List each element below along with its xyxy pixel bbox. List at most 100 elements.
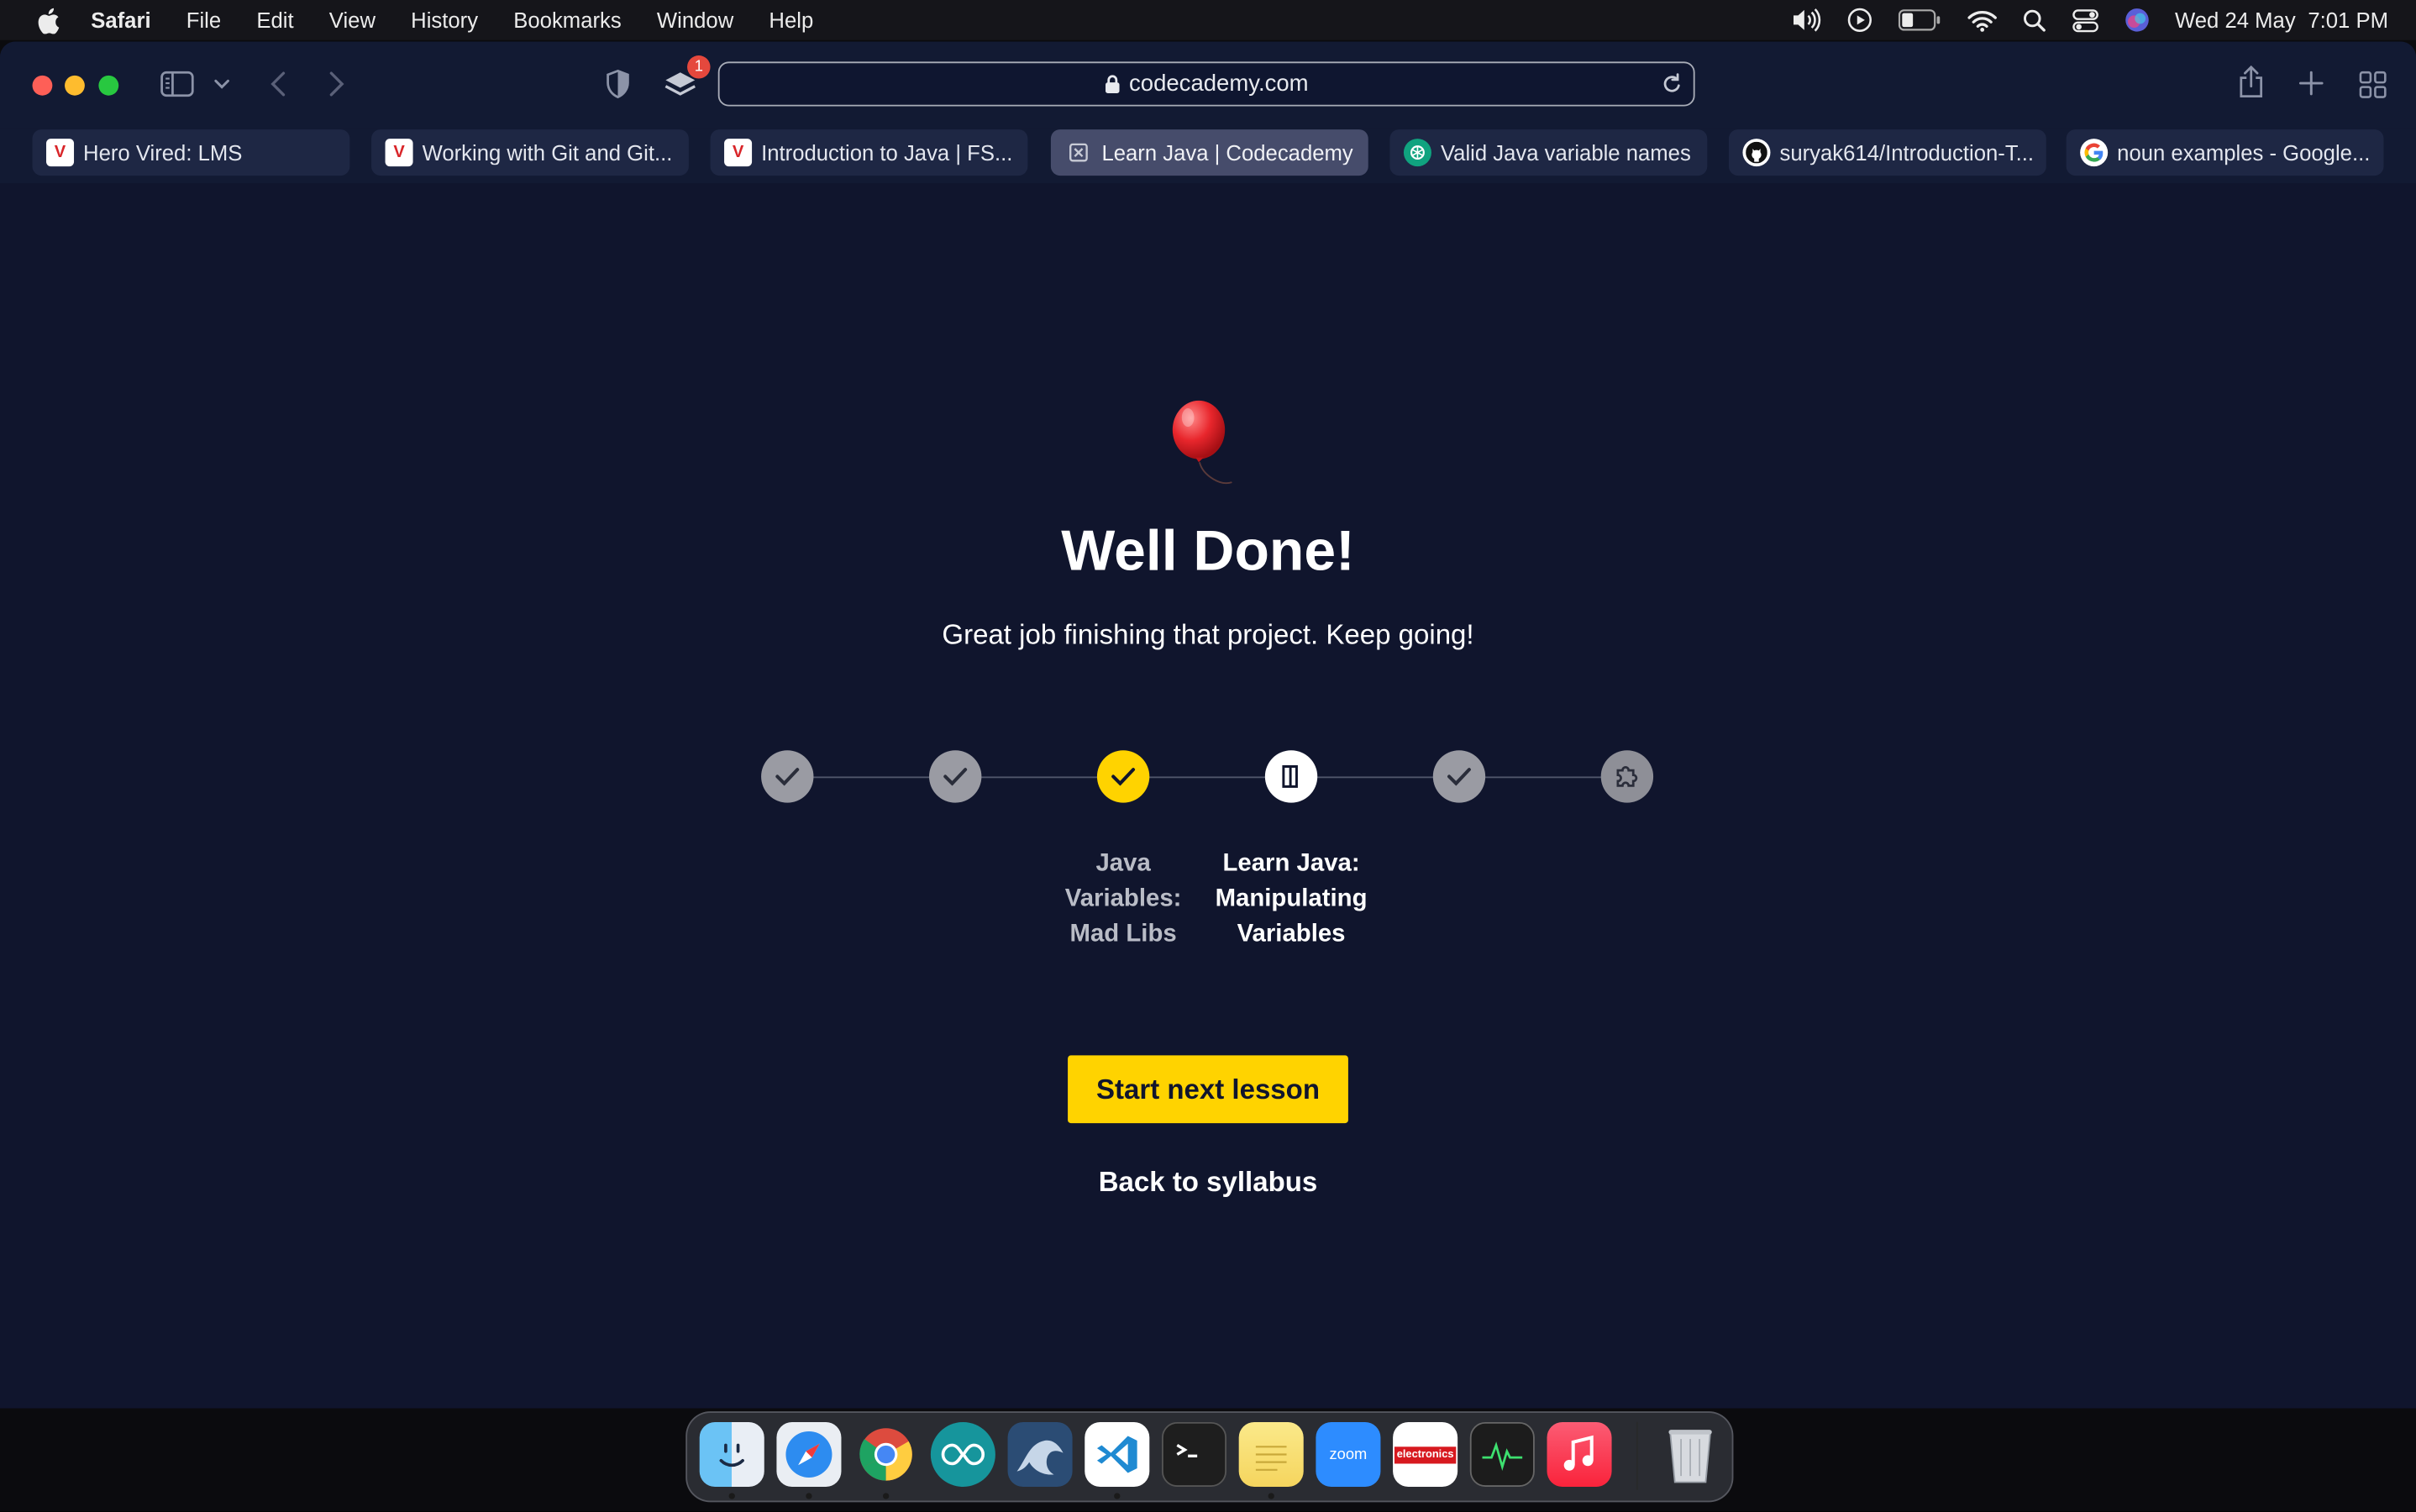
tab-overview-icon[interactable] xyxy=(2359,71,2387,98)
article-icon xyxy=(1282,765,1298,788)
step-4-label-line: Manipulating xyxy=(1215,885,1368,912)
progress-track xyxy=(787,776,1627,779)
tab-title: Hero Vired: LMS xyxy=(83,139,243,165)
zoom-label: zoom xyxy=(1329,1446,1368,1463)
close-window-button[interactable] xyxy=(32,75,53,96)
clock-date: Wed 24 May xyxy=(2174,8,2296,33)
electronics-label: electronics xyxy=(1394,1446,1457,1463)
tab-title: Introduction to Java | FS... xyxy=(761,139,1013,165)
menu-bar: Safari File Edit View History Bookmarks … xyxy=(0,0,2416,40)
menu-clock[interactable]: Wed 24 May 7:01 PM xyxy=(2175,8,2388,32)
trash-icon[interactable] xyxy=(1658,1422,1723,1487)
herovired-icon: V xyxy=(385,139,413,167)
sidebar-toggle-icon[interactable] xyxy=(160,71,194,97)
now-playing-icon[interactable] xyxy=(1846,8,1872,32)
google-icon xyxy=(2080,139,2109,167)
progress-step-2[interactable] xyxy=(929,750,982,803)
tab-title: Working with Git and Git... xyxy=(422,139,673,165)
mysql-workbench-icon[interactable] xyxy=(1007,1421,1073,1487)
check-icon xyxy=(1447,768,1471,786)
balloon-icon xyxy=(1172,400,1232,485)
chatgpt-icon xyxy=(1403,139,1431,167)
siri-icon[interactable] xyxy=(2124,8,2148,32)
vscode-icon[interactable] xyxy=(1085,1421,1150,1487)
music-icon[interactable] xyxy=(1547,1421,1612,1487)
terminal-icon[interactable] xyxy=(1161,1421,1227,1487)
activity-monitor-icon[interactable] xyxy=(1469,1421,1535,1487)
menu-view[interactable]: View xyxy=(329,8,376,32)
safari-window: 1 codecademy.com V Hero Vired: LMS V Wor… xyxy=(0,41,2416,1409)
notes-icon[interactable] xyxy=(1238,1421,1304,1487)
tab-google-search[interactable]: noun examples - Google... xyxy=(2066,129,2384,176)
back-arrow-icon[interactable] xyxy=(270,71,286,97)
check-icon xyxy=(943,768,968,786)
github-icon xyxy=(1742,139,1771,167)
page-content: Well Done! Great job finishing that proj… xyxy=(0,183,2416,1409)
chevron-down-icon[interactable] xyxy=(214,79,229,90)
privacy-shield-icon[interactable] xyxy=(606,69,630,99)
forward-arrow-icon[interactable] xyxy=(328,71,345,97)
page-subtitle: Great job finishing that project. Keep g… xyxy=(942,619,1474,651)
wifi-icon[interactable] xyxy=(1967,8,1997,32)
apple-logo-icon[interactable] xyxy=(35,7,60,34)
step-3-label-line: Variables: xyxy=(1064,885,1182,912)
menu-history[interactable]: History xyxy=(411,8,478,32)
arduino-icon[interactable] xyxy=(930,1421,995,1487)
dock-separator xyxy=(1636,1421,1638,1490)
running-indicator xyxy=(882,1493,890,1499)
battery-icon[interactable] xyxy=(1898,9,1941,31)
step-3-label-line: Mad Libs xyxy=(1069,921,1177,948)
puzzle-icon xyxy=(1616,766,1638,787)
volume-icon[interactable] xyxy=(1789,8,1820,32)
tab-title: Learn Java | Codecademy xyxy=(1101,139,1353,165)
tab-learn-java-codecademy[interactable]: Learn Java | Codecademy xyxy=(1050,129,1368,176)
new-tab-plus-icon[interactable] xyxy=(2298,71,2324,96)
tab-working-with-git[interactable]: V Working with Git and Git... xyxy=(371,129,689,176)
tab-bar: V Hero Vired: LMS V Working with Git and… xyxy=(0,128,2416,184)
menu-help[interactable]: Help xyxy=(769,8,813,32)
electronics-app-icon[interactable]: electronics xyxy=(1393,1421,1458,1487)
tab-github-repo[interactable]: suryak614/Introduction-T... xyxy=(1728,129,2046,176)
address-bar[interactable]: codecademy.com xyxy=(717,61,1695,107)
menu-window[interactable]: Window xyxy=(657,8,733,32)
chrome-icon[interactable] xyxy=(853,1422,918,1487)
progress-step-3-current[interactable] xyxy=(1096,750,1150,803)
share-icon[interactable] xyxy=(2237,65,2265,98)
minimize-window-button[interactable] xyxy=(65,75,85,96)
progress-step-5[interactable] xyxy=(1432,750,1486,803)
running-indicator xyxy=(806,1493,812,1499)
browser-toolbar: 1 codecademy.com xyxy=(0,41,2416,129)
running-indicator xyxy=(1268,1493,1274,1499)
menu-bookmarks[interactable]: Bookmarks xyxy=(513,8,621,32)
zoom-window-button[interactable] xyxy=(98,75,119,96)
tab-introduction-to-java[interactable]: V Introduction to Java | FS... xyxy=(710,129,1028,176)
extension-badge: 1 xyxy=(687,55,711,79)
reload-icon[interactable] xyxy=(1661,72,1683,96)
clock-time: 7:01 PM xyxy=(2308,8,2388,33)
address-url: codecademy.com xyxy=(1129,71,1309,97)
herovired-icon: V xyxy=(46,139,75,167)
spotlight-search-icon[interactable] xyxy=(2022,8,2046,32)
step-4-label-line: Variables xyxy=(1237,921,1346,948)
zoom-icon[interactable]: zoom xyxy=(1316,1421,1381,1487)
tab-valid-java-variable-names[interactable]: Valid Java variable names xyxy=(1389,129,1708,176)
tab-title: noun examples - Google... xyxy=(2117,139,2371,165)
step-3-label: Java Variables: Mad Libs xyxy=(1031,846,1216,953)
status-area: Wed 24 May 7:01 PM xyxy=(1789,0,2388,40)
back-to-syllabus-link[interactable]: Back to syllabus xyxy=(0,1166,2416,1199)
check-icon xyxy=(1111,768,1136,786)
safari-app-icon[interactable] xyxy=(776,1421,842,1487)
progress-step-6[interactable] xyxy=(1600,750,1654,803)
lock-icon xyxy=(1105,75,1120,93)
start-next-lesson-button[interactable]: Start next lesson xyxy=(1068,1055,1348,1124)
step-4-label-line: Learn Java: xyxy=(1222,850,1360,877)
finder-icon[interactable] xyxy=(699,1421,764,1487)
tab-hero-vired-lms[interactable]: V Hero Vired: LMS xyxy=(32,129,350,176)
menu-app-name[interactable]: Safari xyxy=(91,8,150,32)
running-indicator xyxy=(728,1493,735,1499)
menu-edit[interactable]: Edit xyxy=(256,8,293,32)
menu-file[interactable]: File xyxy=(186,8,221,32)
progress-step-4-next[interactable] xyxy=(1264,750,1318,803)
control-center-icon[interactable] xyxy=(2072,8,2098,32)
progress-step-1[interactable] xyxy=(761,750,814,803)
